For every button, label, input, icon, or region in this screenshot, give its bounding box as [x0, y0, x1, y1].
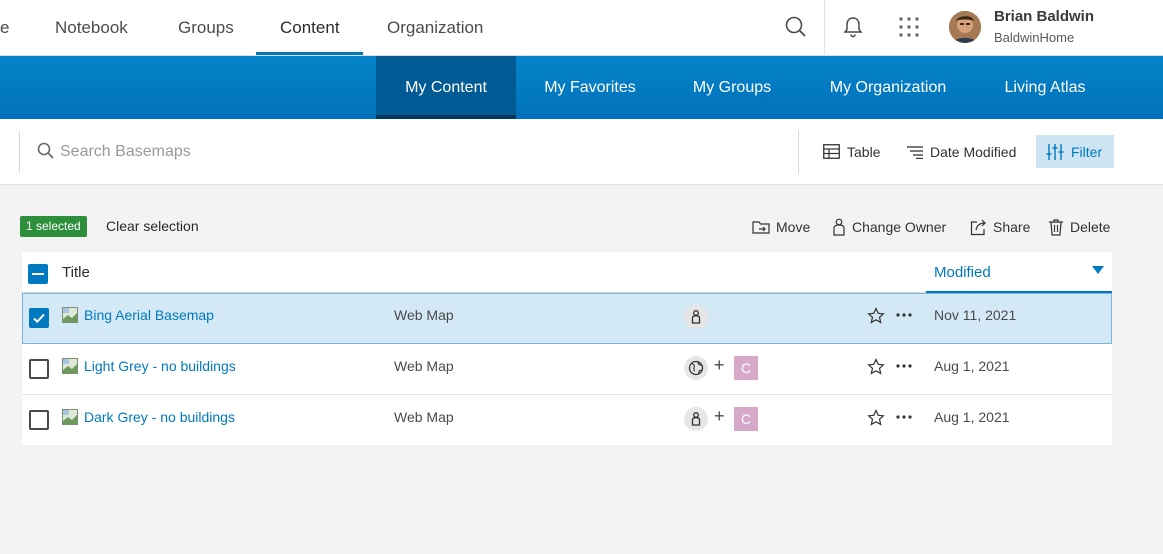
- nav-item-home[interactable]: e: [0, 0, 9, 56]
- nav-item-groups[interactable]: Groups: [178, 0, 234, 56]
- nav-item-notebook[interactable]: Notebook: [55, 0, 128, 56]
- favorite-star-icon[interactable]: [867, 409, 885, 427]
- share-icon: [970, 219, 986, 235]
- sort-label: Date Modified: [930, 143, 1017, 160]
- top-header: e Notebook Groups Content Organization B…: [0, 0, 1163, 56]
- tab-my-organization[interactable]: My Organization: [815, 56, 961, 119]
- select-all-checkbox[interactable]: [28, 264, 48, 284]
- divider: [798, 131, 799, 173]
- public-sharing-globe-icon: [684, 356, 708, 380]
- web-map-icon: [62, 358, 78, 374]
- avatar[interactable]: [949, 11, 981, 43]
- item-type: Web Map: [394, 358, 454, 374]
- table-icon: [823, 144, 840, 159]
- private-sharing-icon: [684, 305, 708, 329]
- table-row[interactable]: Light Grey - no buildings Web Map + C Au…: [22, 344, 1112, 395]
- collaboration-badge: C: [734, 407, 758, 431]
- content-subnav: My Content My Favorites My Groups My Org…: [0, 56, 1163, 119]
- column-header-modified[interactable]: Modified: [926, 252, 1112, 293]
- search-icon[interactable]: [783, 14, 809, 40]
- content-table: Title Modified Bing Aerial Basemap Web M…: [22, 252, 1112, 445]
- item-modified-date: Nov 11, 2021: [934, 307, 1017, 323]
- share-button[interactable]: Share: [970, 216, 1030, 238]
- apps-grid-icon[interactable]: [896, 14, 922, 40]
- column-header-modified-label: Modified: [934, 264, 991, 281]
- nav-item-content[interactable]: Content: [280, 0, 340, 56]
- item-title-link[interactable]: Bing Aerial Basemap: [84, 307, 214, 323]
- more-options-icon[interactable]: [895, 357, 913, 375]
- item-type: Web Map: [394, 307, 454, 323]
- row-checkbox[interactable]: [29, 359, 49, 379]
- plus-separator: +: [714, 406, 725, 426]
- delete-button[interactable]: Delete: [1048, 216, 1110, 238]
- sort-button[interactable]: Date Modified: [907, 135, 1016, 168]
- user-org: BaldwinHome: [994, 30, 1075, 45]
- user-name[interactable]: Brian Baldwin: [994, 8, 1094, 25]
- filter-sliders-icon: [1046, 143, 1064, 160]
- sort-descending-icon: [1092, 266, 1104, 274]
- owner-icon: [833, 218, 845, 236]
- divider: [19, 131, 20, 173]
- filter-button[interactable]: Filter: [1036, 135, 1114, 168]
- bell-icon[interactable]: [840, 14, 866, 40]
- item-modified-date: Aug 1, 2021: [934, 358, 1010, 374]
- sort-icon: [907, 145, 923, 159]
- move-icon: [752, 221, 770, 234]
- selection-count-badge: 1 selected: [20, 216, 87, 237]
- favorite-star-icon[interactable]: [867, 307, 885, 325]
- tab-my-groups[interactable]: My Groups: [676, 56, 788, 119]
- search-icon: [37, 142, 54, 159]
- column-header-title[interactable]: Title: [62, 264, 90, 281]
- row-checkbox[interactable]: [29, 410, 49, 430]
- nav-item-organization[interactable]: Organization: [387, 0, 483, 56]
- change-owner-button[interactable]: Change Owner: [832, 216, 946, 238]
- share-label: Share: [993, 219, 1031, 235]
- search-input[interactable]: [60, 137, 760, 167]
- table-view-label: Table: [847, 143, 881, 160]
- row-checkbox[interactable]: [29, 308, 49, 328]
- tab-living-atlas[interactable]: Living Atlas: [990, 56, 1100, 119]
- item-type: Web Map: [394, 409, 454, 425]
- collaboration-badge: C: [734, 356, 758, 380]
- plus-separator: +: [714, 355, 725, 375]
- delete-label: Delete: [1070, 219, 1111, 235]
- move-label: Move: [776, 219, 811, 235]
- more-options-icon[interactable]: [895, 408, 913, 426]
- tab-my-favorites[interactable]: My Favorites: [530, 56, 650, 119]
- web-map-icon: [62, 409, 78, 425]
- check-icon: [33, 313, 45, 324]
- header-divider: [824, 0, 825, 56]
- table-header: Title Modified: [22, 252, 1112, 293]
- private-sharing-icon: [684, 407, 708, 431]
- item-title-link[interactable]: Dark Grey - no buildings: [84, 409, 235, 425]
- search-toolbar: Table Date Modified Filter: [0, 119, 1163, 185]
- filter-label: Filter: [1071, 143, 1103, 160]
- table-row[interactable]: Dark Grey - no buildings Web Map + C Aug…: [22, 395, 1112, 445]
- favorite-star-icon[interactable]: [867, 358, 885, 376]
- web-map-icon: [62, 307, 78, 323]
- item-modified-date: Aug 1, 2021: [934, 409, 1010, 425]
- move-button[interactable]: Move: [752, 216, 810, 238]
- tab-my-content[interactable]: My Content: [376, 56, 516, 119]
- item-title-link[interactable]: Light Grey - no buildings: [84, 358, 236, 374]
- change-owner-label: Change Owner: [852, 219, 947, 235]
- table-row[interactable]: Bing Aerial Basemap Web Map Nov 11, 2021: [22, 293, 1112, 344]
- clear-selection-link[interactable]: Clear selection: [106, 218, 199, 234]
- more-options-icon[interactable]: [895, 306, 913, 324]
- active-nav-indicator: [256, 52, 363, 55]
- trash-icon: [1049, 218, 1063, 236]
- table-view-button[interactable]: Table: [823, 135, 880, 168]
